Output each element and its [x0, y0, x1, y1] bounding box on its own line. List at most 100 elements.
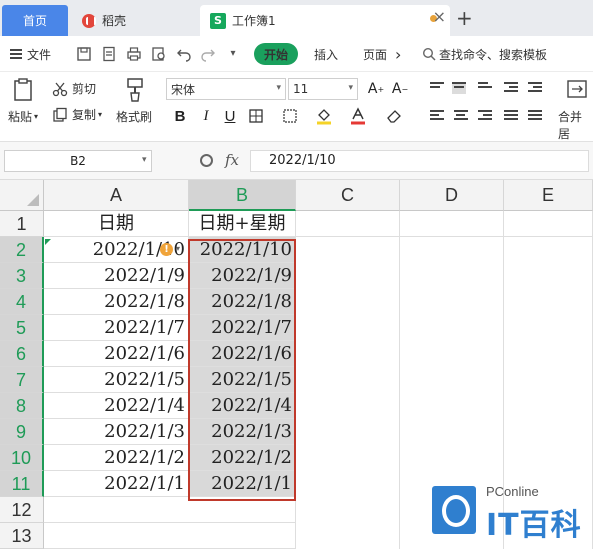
column-c-cells[interactable]: [296, 237, 400, 549]
file-menu-button[interactable]: 文件: [10, 44, 51, 64]
tab-home[interactable]: 首页: [2, 5, 68, 36]
new-tab-button[interactable]: +: [456, 8, 473, 28]
print-icon[interactable]: [126, 46, 142, 62]
copy-button[interactable]: 复制 ▾: [52, 106, 102, 123]
align-left-icon[interactable]: [430, 110, 444, 122]
cell-a1[interactable]: 日期: [44, 211, 189, 237]
row-header-5[interactable]: 5: [0, 315, 44, 341]
save-icon[interactable]: [76, 46, 92, 62]
fill-pattern-icon[interactable]: [280, 106, 300, 126]
border-icon[interactable]: [246, 106, 266, 126]
increase-indent-icon[interactable]: [528, 82, 542, 94]
merge-cells-icon[interactable]: [566, 78, 588, 100]
row-header-11[interactable]: 11: [0, 471, 44, 497]
align-bottom-icon[interactable]: [478, 82, 492, 94]
cell-a11[interactable]: 2022/1/1: [44, 471, 189, 497]
quick-access-dropdown-icon[interactable]: ▾: [225, 46, 241, 62]
font-color-icon[interactable]: [348, 106, 368, 126]
warning-icon[interactable]: !: [160, 243, 173, 256]
format-painter-button[interactable]: 格式刷: [116, 108, 152, 125]
decrease-font-icon[interactable]: A −: [390, 79, 410, 99]
cell-b8[interactable]: 2022/1/4: [189, 393, 296, 419]
align-center-icon[interactable]: [454, 110, 468, 122]
cell-a10[interactable]: 2022/1/2: [44, 445, 189, 471]
row-header-1[interactable]: 1: [0, 211, 44, 237]
align-top-icon[interactable]: [430, 82, 444, 94]
cell-e1[interactable]: [504, 211, 593, 237]
underline-button[interactable]: U: [220, 106, 240, 126]
tab-workbook[interactable]: S 工作簿1 ×: [200, 5, 450, 36]
italic-button[interactable]: I: [196, 106, 216, 126]
cell-b5[interactable]: 2022/1/7: [189, 315, 296, 341]
cell-a7[interactable]: 2022/1/5: [44, 367, 189, 393]
close-tab-icon[interactable]: ×: [433, 7, 446, 26]
cell-b9[interactable]: 2022/1/3: [189, 419, 296, 445]
warning-dropdown-icon[interactable]: ▾: [176, 244, 180, 253]
cell-a4[interactable]: 2022/1/8: [44, 289, 189, 315]
align-right-icon[interactable]: [478, 110, 492, 122]
row-header-8[interactable]: 8: [0, 393, 44, 419]
row-header-13[interactable]: 13: [0, 523, 44, 549]
cell-a8[interactable]: 2022/1/4: [44, 393, 189, 419]
cell-b3[interactable]: 2022/1/9: [189, 263, 296, 289]
cell-b11[interactable]: 2022/1/1: [189, 471, 296, 497]
name-box-dropdown-icon[interactable]: ▾: [142, 155, 147, 165]
select-all-corner[interactable]: [0, 180, 44, 211]
tab-insert[interactable]: 插入: [314, 44, 338, 64]
increase-font-icon[interactable]: A +: [366, 79, 386, 99]
cell-b1[interactable]: 日期+星期: [189, 211, 296, 237]
row-header-9[interactable]: 9: [0, 419, 44, 445]
row-header-6[interactable]: 6: [0, 341, 44, 367]
name-box[interactable]: B2: [4, 150, 152, 172]
command-search[interactable]: 查找命令、搜索模板: [422, 44, 547, 64]
row-header-4[interactable]: 4: [0, 289, 44, 315]
cell-d1[interactable]: [400, 211, 504, 237]
zoom-icon[interactable]: [200, 154, 213, 167]
redo-icon[interactable]: [200, 46, 216, 62]
undo-icon[interactable]: [176, 46, 192, 62]
column-header-b[interactable]: B: [189, 180, 296, 211]
eraser-icon[interactable]: [384, 106, 404, 126]
row-header-10[interactable]: 10: [0, 445, 44, 471]
format-painter-icon[interactable]: [124, 77, 146, 102]
cell-a3[interactable]: 2022/1/9: [44, 263, 189, 289]
row-header-2[interactable]: 2: [0, 237, 44, 263]
more-tabs-chevron-icon[interactable]: ›: [395, 44, 401, 64]
print-preview-icon[interactable]: [151, 46, 167, 62]
insert-function-button[interactable]: fx: [225, 151, 239, 169]
row-header-3[interactable]: 3: [0, 263, 44, 289]
decrease-indent-icon[interactable]: [504, 82, 518, 94]
column-header-a[interactable]: A: [44, 180, 189, 211]
row-header-7[interactable]: 7: [0, 367, 44, 393]
justify-icon[interactable]: [504, 110, 518, 122]
paste-icon[interactable]: [12, 78, 34, 101]
cell-b4[interactable]: 2022/1/8: [189, 289, 296, 315]
cell-a9[interactable]: 2022/1/3: [44, 419, 189, 445]
export-pdf-icon[interactable]: [101, 46, 117, 62]
cell-b6[interactable]: 2022/1/6: [189, 341, 296, 367]
font-name-select[interactable]: 宋体 ▾: [166, 78, 286, 100]
align-middle-icon[interactable]: [452, 82, 466, 94]
cell-b10[interactable]: 2022/1/2: [189, 445, 296, 471]
cell-c1[interactable]: [296, 211, 400, 237]
cell-a6[interactable]: 2022/1/6: [44, 341, 189, 367]
distributed-icon[interactable]: [528, 110, 542, 122]
cell-b7[interactable]: 2022/1/5: [189, 367, 296, 393]
merge-center-button[interactable]: 合并居: [558, 108, 593, 142]
tab-page-layout[interactable]: 页面: [363, 44, 387, 64]
formula-input[interactable]: 2022/1/10: [250, 150, 589, 172]
row-header-12[interactable]: 12: [0, 497, 44, 523]
font-size-select[interactable]: 11 ▾: [288, 78, 358, 100]
cut-button[interactable]: 剪切: [52, 80, 96, 97]
column-header-e[interactable]: E: [504, 180, 593, 211]
tab-daoke[interactable]: 稻壳: [72, 5, 190, 36]
cell-b2[interactable]: 2022/1/10: [189, 237, 296, 263]
column-header-d[interactable]: D: [400, 180, 504, 211]
cell-a5[interactable]: 2022/1/7: [44, 315, 189, 341]
column-header-c[interactable]: C: [296, 180, 400, 211]
row-12-cells[interactable]: [44, 497, 296, 523]
bold-button[interactable]: B: [170, 106, 190, 126]
fill-color-icon[interactable]: [314, 106, 334, 126]
paste-button[interactable]: 粘贴 ▾: [8, 108, 38, 125]
tab-start[interactable]: 开始: [254, 43, 298, 65]
